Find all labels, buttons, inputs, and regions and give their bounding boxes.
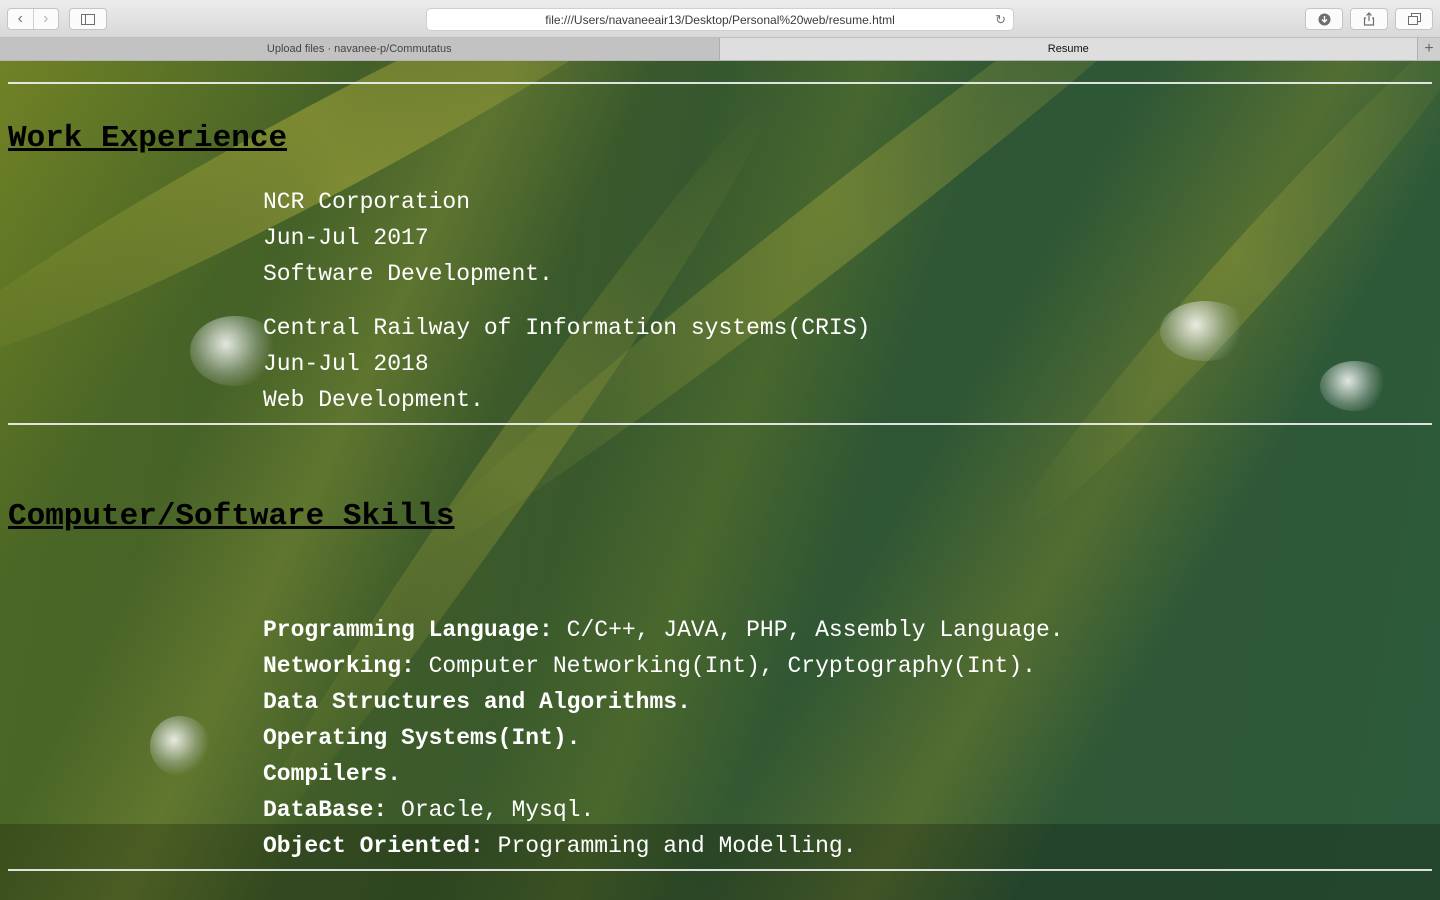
tab-upload-files[interactable]: Upload files · navanee-p/Commutatus bbox=[0, 38, 720, 60]
skill-label: Compilers. bbox=[263, 761, 402, 787]
job-2-role: Web Development. bbox=[263, 387, 484, 413]
skill-value: Computer Networking(Int), Cryptography(I… bbox=[414, 653, 1036, 679]
skill-label: Object Oriented: bbox=[263, 833, 484, 859]
divider-top bbox=[8, 82, 1432, 84]
share-icon[interactable] bbox=[1350, 8, 1388, 30]
tab-bar: Upload files · navanee-p/Commutatus Resu… bbox=[0, 38, 1440, 61]
skill-item: Compilers. bbox=[263, 761, 401, 787]
reload-icon[interactable]: ↻ bbox=[995, 12, 1006, 28]
tab-resume[interactable]: Resume bbox=[719, 38, 1418, 60]
water-drop bbox=[1320, 361, 1390, 411]
sidebar-icon[interactable] bbox=[69, 8, 107, 30]
work-experience-heading: Work Experience bbox=[8, 121, 288, 156]
back-icon[interactable]: ‹ bbox=[8, 9, 33, 29]
job-2-period: Jun-Jul 2018 bbox=[263, 351, 429, 377]
skill-item: Operating Systems(Int). bbox=[263, 725, 580, 751]
new-tab-icon[interactable]: + bbox=[1417, 38, 1440, 60]
download-icon[interactable] bbox=[1305, 8, 1343, 30]
skill-label: DataBase: bbox=[263, 797, 388, 823]
skill-label: Programming Language: bbox=[263, 617, 553, 643]
skill-value: C/C++, JAVA, PHP, Assembly Language. bbox=[552, 617, 1064, 643]
resume-page: Work Experience NCR Corporation Jun-Jul … bbox=[0, 61, 1440, 900]
divider-bottom bbox=[8, 869, 1432, 871]
job-2-company: Central Railway of Information systems(C… bbox=[263, 315, 871, 341]
job-1-role: Software Development. bbox=[263, 261, 553, 287]
browser-toolbar: ‹ › file:///Users/navaneeair13/Desktop/P… bbox=[0, 0, 1440, 38]
water-drop bbox=[150, 716, 210, 776]
job-1-company: NCR Corporation bbox=[263, 189, 471, 215]
skill-label: Data Structures and Algorithms. bbox=[263, 689, 691, 715]
skill-item: Data Structures and Algorithms. bbox=[263, 689, 691, 715]
skill-item: DataBase: Oracle, Mysql. bbox=[263, 797, 594, 823]
skill-item: Networking: Computer Networking(Int), Cr… bbox=[263, 653, 1036, 679]
skill-value: Programming and Modelling. bbox=[483, 833, 857, 859]
skill-item: Object Oriented: Programming and Modelli… bbox=[263, 833, 857, 859]
divider-middle bbox=[8, 423, 1432, 425]
forward-icon[interactable]: › bbox=[32, 9, 59, 29]
tabs-icon[interactable] bbox=[1395, 8, 1433, 30]
job-1-period: Jun-Jul 2017 bbox=[263, 225, 429, 251]
skill-label: Networking: bbox=[263, 653, 415, 679]
url-text[interactable]: file:///Users/navaneeair13/Desktop/Perso… bbox=[427, 13, 1013, 27]
skill-value: Oracle, Mysql. bbox=[387, 797, 595, 823]
skills-heading: Computer/Software Skills bbox=[8, 499, 455, 534]
water-drop bbox=[1160, 301, 1250, 361]
skill-label: Operating Systems(Int). bbox=[263, 725, 581, 751]
skill-item: Programming Language: C/C++, JAVA, PHP, … bbox=[263, 617, 1064, 643]
history-nav: ‹ › bbox=[7, 8, 59, 30]
address-bar[interactable]: file:///Users/navaneeair13/Desktop/Perso… bbox=[426, 8, 1014, 31]
